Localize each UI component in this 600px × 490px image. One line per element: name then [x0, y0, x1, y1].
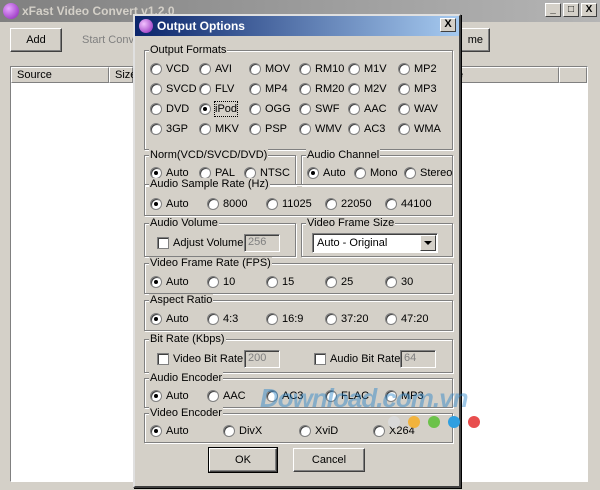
start-convert-button[interactable]: Start Conv	[74, 28, 136, 52]
radio-dot	[207, 276, 219, 288]
dialog-icon	[139, 19, 153, 33]
video-frame-size-label: Video Frame Size	[306, 217, 396, 229]
radio-dot	[199, 63, 211, 75]
ok-button[interactable]: OK	[208, 447, 278, 473]
add-button[interactable]: Add	[10, 28, 62, 52]
radio-dot	[385, 198, 397, 210]
audio-sample-rate-label: Audio Sample Rate (Hz)	[149, 178, 270, 190]
frame-size-select[interactable]: Auto - Original	[312, 233, 438, 253]
cancel-button[interactable]: Cancel	[293, 448, 365, 472]
radio-dot	[325, 276, 337, 288]
radio-dot	[150, 123, 162, 135]
radio-dot	[249, 103, 261, 115]
video-frame-rate-group: Video Frame Rate (FPS) Auto 10 15 25 30	[144, 257, 453, 294]
radio-dot	[385, 276, 397, 288]
radio-dot	[207, 313, 219, 325]
radio-dot	[199, 83, 211, 95]
audio-channel-group: Audio Channel Auto Mono Stereo	[301, 149, 453, 186]
aspect-ratio-group: Aspect Ratio Auto 4:3 16:9 37:20 47:20	[144, 294, 453, 331]
audio-channel-label: Audio Channel	[306, 149, 381, 161]
radio-dot	[348, 123, 360, 135]
radio-dot	[199, 123, 211, 135]
radio-dot	[354, 167, 366, 179]
home-button[interactable]: me	[460, 28, 490, 52]
radio-dot	[150, 313, 162, 325]
volume-field[interactable]: 256	[244, 234, 280, 252]
minimize-button[interactable]: _	[545, 3, 561, 17]
radio-dot	[266, 276, 278, 288]
audio-volume-label: Audio Volume	[149, 217, 219, 229]
radio-dot	[299, 425, 311, 437]
radio-dot	[199, 103, 211, 115]
column-size[interactable]: Size	[109, 67, 136, 83]
video-frame-rate-label: Video Frame Rate (FPS)	[149, 257, 272, 269]
audio-volume-group: Audio Volume Adjust Volume 256	[144, 217, 296, 257]
norm-label: Norm(VCD/SVCD/DVD)	[149, 149, 269, 161]
output-options-dialog: Output Options X Output Formats VCD AVI MO…	[133, 14, 461, 488]
checkbox-box	[314, 353, 326, 365]
dialog-close-button[interactable]: X	[440, 18, 456, 32]
radio-dot	[348, 103, 360, 115]
radio-dot	[249, 63, 261, 75]
radio-dot	[207, 390, 219, 402]
maximize-button[interactable]: □	[563, 3, 579, 17]
bit-rate-label: Bit Rate (Kbps)	[149, 333, 226, 345]
radio-dot	[348, 63, 360, 75]
radio-dot	[223, 425, 235, 437]
audio-encoder-label: Audio Encoder	[149, 372, 224, 384]
output-formats-label: Output Formats	[149, 44, 228, 56]
video-encoder-group: Video Encoder Auto DivX XviD X264	[144, 407, 453, 443]
radio-dot	[150, 425, 162, 437]
radio-dot	[307, 167, 319, 179]
column-source[interactable]: Source	[11, 67, 109, 83]
radio-dot	[348, 83, 360, 95]
radio-dot	[150, 83, 162, 95]
radio-dot	[385, 313, 397, 325]
aspect-ratio-label: Aspect Ratio	[149, 294, 214, 306]
radio-dot	[325, 390, 337, 402]
radio-dot	[398, 63, 410, 75]
radio-dot	[150, 198, 162, 210]
radio-dot	[299, 103, 311, 115]
radio-dot	[325, 198, 337, 210]
radio-dot	[299, 123, 311, 135]
radio-dot	[150, 103, 162, 115]
column-extra[interactable]: e	[451, 67, 559, 83]
dialog-title: Output Options	[157, 19, 245, 33]
video-encoder-label: Video Encoder	[149, 407, 223, 419]
radio-dot	[249, 123, 261, 135]
output-formats-group: Output Formats VCD AVI MOV RM10 M1V MP2 SVCD FL…	[144, 44, 453, 150]
radio-dot	[299, 83, 311, 95]
radio-dot	[249, 83, 261, 95]
frame-size-value: Auto - Original	[317, 237, 388, 249]
radio-dot	[207, 198, 219, 210]
radio-dot	[150, 390, 162, 402]
radio-dot	[299, 63, 311, 75]
bit-rate-group: Bit Rate (Kbps) Video Bit Rate 200 Audio…	[144, 333, 453, 373]
dialog-titlebar[interactable]: Output Options X	[135, 16, 459, 36]
checkbox-box	[157, 237, 169, 249]
column-blank[interactable]	[559, 67, 587, 83]
radio-dot	[398, 123, 410, 135]
radio-dot	[398, 83, 410, 95]
radio-dot	[404, 167, 416, 179]
radio-dot	[385, 390, 397, 402]
radio-dot	[150, 276, 162, 288]
radio-dot	[398, 103, 410, 115]
chevron-down-icon[interactable]	[420, 235, 436, 251]
video-frame-size-group: Video Frame Size Auto - Original	[301, 217, 453, 257]
radio-dot	[325, 313, 337, 325]
video-bit-rate-field[interactable]: 200	[244, 350, 280, 368]
checkbox-box	[157, 353, 169, 365]
audio-encoder-group: Audio Encoder Auto AAC AC3 FLAC MP3	[144, 372, 453, 408]
radio-dot	[266, 198, 278, 210]
radio-dot	[150, 63, 162, 75]
audio-bit-rate-field[interactable]: 64	[400, 350, 436, 368]
radio-dot	[373, 425, 385, 437]
audio-sample-rate-group: Audio Sample Rate (Hz) Auto 8000 11025 2…	[144, 178, 453, 216]
close-button[interactable]: X	[581, 3, 597, 17]
radio-dot	[266, 390, 278, 402]
app-icon	[3, 3, 19, 19]
radio-dot	[266, 313, 278, 325]
